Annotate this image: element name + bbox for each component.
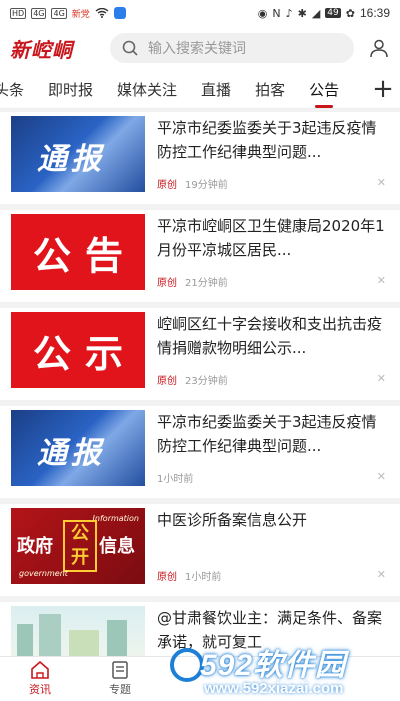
news-thumbnail: Information 政府 公开 信息 government (11, 508, 145, 584)
status-bar: HD 4G 4G 新党 ◉ N ♪ ✱ ◢ 49 ✿ 16:39 (0, 0, 400, 26)
cell-signal-icon: ◢ (311, 6, 321, 20)
thumbnail-text-right: 信息 (99, 536, 135, 557)
news-time: 21分钟前 (185, 278, 228, 289)
news-meta: 1小时前 (157, 470, 193, 485)
user-icon (370, 39, 388, 58)
news-meta: 原创 21分钟前 (157, 274, 228, 289)
news-meta: 原创 1小时前 (157, 568, 221, 583)
news-time: 1小时前 (157, 474, 194, 485)
status-right: ◉ N ♪ ✱ ◢ 49 ✿ 16:39 (258, 6, 390, 20)
dismiss-icon[interactable]: ✕ (377, 568, 386, 581)
news-source: 原创 (157, 376, 177, 387)
nav-news[interactable]: 资讯 (0, 661, 80, 697)
mute-icon: ♪ (285, 6, 293, 20)
news-source: 原创 (157, 572, 177, 583)
news-time: 23分钟前 (185, 376, 228, 387)
search-icon (122, 40, 138, 56)
news-title: 平凉市崆峒区卫生健康局2020年1月份平凉城区居民... (157, 217, 385, 259)
nav-news-label: 资讯 (29, 683, 51, 696)
building-shape (107, 620, 127, 658)
tab-media-focus[interactable]: 媒体关注 (117, 79, 177, 100)
tab-announcements[interactable]: 公告 (309, 79, 339, 100)
tab-headlines[interactable]: 头条 (0, 79, 24, 100)
thumbnail-text: 通报 (37, 436, 105, 471)
add-tab-button[interactable]: + (366, 70, 400, 108)
building-shape (17, 624, 33, 658)
home-icon (31, 661, 49, 679)
news-meta: 原创 23分钟前 (157, 372, 228, 387)
news-title: 平凉市纪委监委关于3起违反疫情防控工作纪律典型问题... (157, 413, 377, 455)
eye-icon: ◉ (257, 6, 268, 20)
watermark-url: www.592xiazai.com (204, 680, 344, 697)
news-feed: 通报 平凉市纪委监委关于3起违反疫情防控工作纪律典型问题... 原创 19分钟前 … (0, 112, 400, 700)
news-thumbnail: 公示 (11, 312, 145, 388)
building-shape (39, 614, 61, 658)
hd-indicator: HD (10, 7, 27, 19)
clock: 16:39 (359, 6, 390, 20)
document-icon (112, 661, 128, 679)
thumbnail-small-text-bottom: government (19, 569, 68, 578)
thumbnail-text-mid: 公开 (63, 520, 97, 572)
site-watermark: 592软件园 www.592xiazai.com (170, 640, 398, 700)
news-title: 平凉市纪委监委关于3起违反疫情防控工作纪律典型问题... (157, 119, 377, 161)
app-notification-icon (113, 7, 126, 19)
channel-tabs: 头条 即时报 媒体关注 直播 拍客 公告 + (0, 70, 400, 109)
news-thumbnail: 通报 (11, 410, 145, 486)
news-source: 原创 (157, 278, 177, 289)
nfc-icon: N (272, 6, 281, 20)
dismiss-icon[interactable]: ✕ (377, 470, 386, 483)
thumbnail-text: 公告 (32, 233, 137, 278)
bluetooth-icon: ✱ (297, 6, 307, 20)
thumbnail-text: 通报 (37, 142, 105, 177)
app-badge: 新党 (71, 7, 90, 20)
news-time: 19分钟前 (185, 180, 228, 191)
tab-live[interactable]: 直播 (201, 79, 231, 100)
news-meta: 原创 19分钟前 (157, 176, 228, 191)
thumbnail-text: 公示 (32, 331, 137, 376)
news-title: 崆峒区红十字会接收和支出抗击疫情捐赠款物明细公示... (157, 315, 383, 357)
dismiss-icon[interactable]: ✕ (377, 274, 386, 287)
news-card[interactable]: 公示 崆峒区红十字会接收和支出抗击疫情捐赠款物明细公示... 原创 23分钟前 ✕ (0, 308, 400, 400)
search-bar[interactable]: 输入搜索关键词 (110, 33, 354, 63)
status-left: HD 4G 4G 新党 (10, 7, 126, 20)
watermark-logo-icon (170, 648, 204, 682)
app-logo[interactable]: 新崆峒 (10, 34, 92, 63)
thumbnail-small-text: Information (92, 514, 139, 523)
news-card[interactable]: 通报 平凉市纪委监委关于3起违反疫情防控工作纪律典型问题... 1小时前 ✕ (0, 406, 400, 498)
tab-instant-news[interactable]: 即时报 (48, 79, 93, 100)
battery-indicator: 49 (325, 8, 341, 18)
news-time: 1小时前 (185, 572, 222, 583)
news-thumbnail: 公告 (11, 214, 145, 290)
watermark-brand: 592软件园 (200, 649, 347, 682)
search-placeholder: 输入搜索关键词 (148, 41, 246, 57)
news-source: 原创 (157, 180, 177, 191)
dismiss-icon[interactable]: ✕ (377, 176, 386, 189)
news-title: 中医诊所备案信息公开 (157, 511, 308, 529)
news-card[interactable]: Information 政府 公开 信息 government 中医诊所备案信息… (0, 504, 400, 596)
signal-4g-indicator: 4G (31, 7, 47, 19)
news-card[interactable]: 通报 平凉市纪委监委关于3起违反疫情防控工作纪律典型问题... 原创 19分钟前 … (0, 112, 400, 204)
nav-topics[interactable]: 专题 (80, 661, 160, 697)
nav-topics-label: 专题 (109, 683, 131, 696)
wifi-icon (95, 8, 109, 18)
app-header: 新崆峒 输入搜索关键词 (0, 26, 400, 70)
signal-4g-indicator-2: 4G (51, 7, 67, 19)
building-shape (69, 630, 99, 658)
news-card[interactable]: 公告 平凉市崆峒区卫生健康局2020年1月份平凉城区居民... 原创 21分钟前 … (0, 210, 400, 302)
dismiss-icon[interactable]: ✕ (377, 372, 386, 385)
thumbnail-text-left: 政府 (17, 536, 53, 557)
tab-paike[interactable]: 拍客 (255, 79, 285, 100)
news-thumbnail: 通报 (11, 116, 145, 192)
leaf-icon: ✿ (345, 6, 355, 20)
user-profile-button[interactable] (368, 37, 390, 59)
